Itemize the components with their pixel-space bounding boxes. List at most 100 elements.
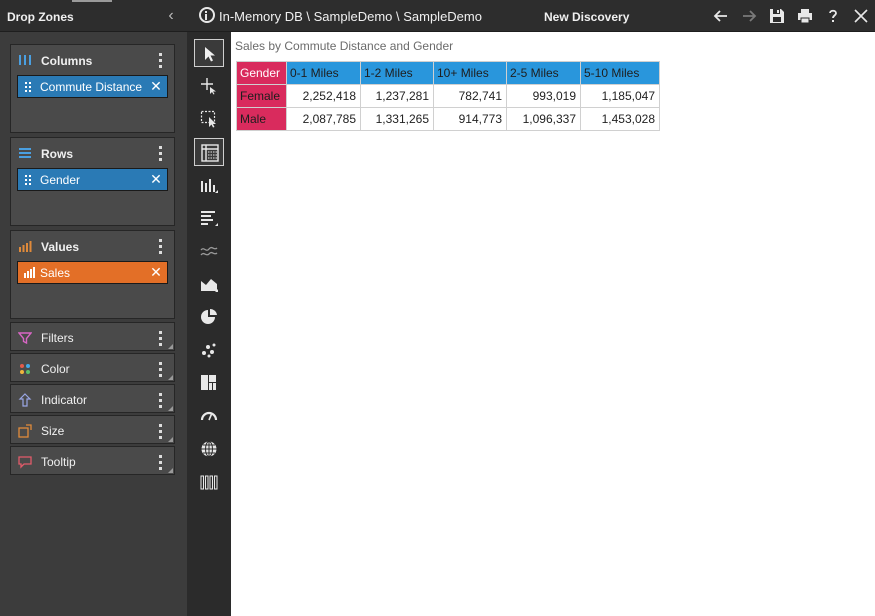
pie-chart-icon[interactable] bbox=[194, 303, 224, 331]
visual-toolbar bbox=[187, 32, 231, 616]
values-menu-icon[interactable] bbox=[156, 236, 166, 256]
tooltip-zone[interactable]: Tooltip bbox=[10, 446, 175, 475]
panel-resize-grip[interactable] bbox=[72, 0, 112, 2]
forward-arrow-icon[interactable] bbox=[739, 6, 759, 26]
expand-corner-icon[interactable] bbox=[168, 437, 173, 442]
move-tool-icon[interactable] bbox=[194, 72, 224, 100]
bar-chart-icon[interactable] bbox=[194, 204, 224, 232]
color-zone-title: Color bbox=[41, 362, 70, 376]
more-visuals-icon[interactable] bbox=[194, 468, 224, 496]
values-zone[interactable]: Values Sales ✕ bbox=[10, 230, 175, 319]
save-icon[interactable] bbox=[767, 6, 787, 26]
area-chart-icon[interactable] bbox=[194, 270, 224, 298]
help-icon[interactable] bbox=[823, 6, 843, 26]
info-icon[interactable] bbox=[199, 7, 215, 23]
column-header[interactable]: 1-2 Miles bbox=[360, 61, 434, 85]
breadcrumb: In-Memory DB \ SampleDemo \ SampleDemo bbox=[219, 9, 482, 24]
expand-corner-icon[interactable] bbox=[168, 344, 173, 349]
column-header[interactable]: 0-1 Miles bbox=[286, 61, 361, 85]
expand-corner-icon[interactable] bbox=[168, 375, 173, 380]
select-tool-icon[interactable] bbox=[194, 105, 224, 133]
expand-corner-icon[interactable] bbox=[168, 406, 173, 411]
field-chip-gender[interactable]: Gender ✕ bbox=[17, 168, 168, 191]
remove-field-icon[interactable]: ✕ bbox=[150, 79, 162, 93]
color-menu-icon[interactable] bbox=[156, 359, 166, 379]
table-row: Male 2,087,785 1,331,265 914,773 1,096,3… bbox=[236, 107, 660, 131]
size-zone-title: Size bbox=[41, 424, 65, 438]
drag-handle-icon[interactable] bbox=[25, 82, 31, 92]
size-zone[interactable]: Size bbox=[10, 415, 175, 444]
field-chip-commute-distance[interactable]: Commute Distance ✕ bbox=[17, 75, 168, 98]
pivot-table[interactable]: Gender 0-1 Miles 1-2 Miles 10+ Miles 2-5… bbox=[236, 61, 660, 131]
map-icon[interactable] bbox=[194, 435, 224, 463]
rows-icon bbox=[19, 148, 31, 158]
row-field-header[interactable]: Gender bbox=[236, 61, 287, 85]
expand-corner-icon[interactable] bbox=[168, 468, 173, 473]
bar-chart-icon bbox=[24, 267, 35, 278]
column-header[interactable]: 5-10 Miles bbox=[580, 61, 660, 85]
pointer-tool-icon[interactable] bbox=[194, 39, 224, 67]
table-cell[interactable]: 1,331,265 bbox=[360, 107, 434, 131]
remove-field-icon[interactable]: ✕ bbox=[150, 172, 162, 186]
tooltip-menu-icon[interactable] bbox=[156, 452, 166, 472]
columns-icon bbox=[19, 55, 31, 65]
filters-zone-title: Filters bbox=[41, 331, 74, 345]
values-zone-title: Values bbox=[41, 240, 80, 254]
indicator-zone-title: Indicator bbox=[41, 393, 88, 407]
table-cell[interactable]: 914,773 bbox=[433, 107, 507, 131]
arrow-up-icon bbox=[18, 393, 32, 407]
indicator-zone[interactable]: Indicator bbox=[10, 384, 175, 413]
filters-zone[interactable]: Filters bbox=[10, 322, 175, 351]
drop-zones-panel: Drop Zones ‹ Columns Commute Distance ✕ … bbox=[0, 0, 187, 616]
visual-title: Sales by Commute Distance and Gender bbox=[235, 39, 454, 53]
bar-chart-icon bbox=[19, 241, 32, 252]
columns-menu-icon[interactable] bbox=[156, 50, 166, 70]
pivot-header-row: Gender 0-1 Miles 1-2 Miles 10+ Miles 2-5… bbox=[236, 61, 660, 85]
columns-zone-title: Columns bbox=[41, 54, 93, 68]
scatter-chart-icon[interactable] bbox=[194, 336, 224, 364]
drop-zones-header: Drop Zones ‹ bbox=[0, 0, 187, 32]
table-cell[interactable]: 782,741 bbox=[433, 84, 507, 108]
row-header[interactable]: Male bbox=[236, 107, 287, 131]
chevron-left-icon[interactable]: ‹ bbox=[164, 7, 178, 25]
pivot-table-icon[interactable] bbox=[194, 138, 224, 166]
columns-zone[interactable]: Columns Commute Distance ✕ bbox=[10, 44, 175, 133]
rows-menu-icon[interactable] bbox=[156, 143, 166, 163]
line-chart-icon[interactable] bbox=[194, 237, 224, 265]
table-cell[interactable]: 1,096,337 bbox=[506, 107, 581, 131]
remove-field-icon[interactable]: ✕ bbox=[150, 265, 162, 279]
indicator-menu-icon[interactable] bbox=[156, 390, 166, 410]
size-icon bbox=[18, 424, 32, 438]
filters-menu-icon[interactable] bbox=[156, 328, 166, 348]
size-menu-icon[interactable] bbox=[156, 421, 166, 441]
treemap-icon[interactable] bbox=[194, 369, 224, 397]
gauge-icon[interactable] bbox=[194, 402, 224, 430]
table-cell[interactable]: 1,237,281 bbox=[360, 84, 434, 108]
color-zone[interactable]: Color bbox=[10, 353, 175, 382]
table-cell[interactable]: 1,185,047 bbox=[580, 84, 660, 108]
rows-zone-title: Rows bbox=[41, 147, 74, 161]
field-chip-label: Sales bbox=[40, 266, 71, 280]
drag-handle-icon[interactable] bbox=[25, 175, 31, 185]
table-cell[interactable]: 1,453,028 bbox=[580, 107, 660, 131]
column-chart-icon[interactable] bbox=[194, 171, 224, 199]
column-header[interactable]: 10+ Miles bbox=[433, 61, 507, 85]
table-cell[interactable]: 993,019 bbox=[506, 84, 581, 108]
print-icon[interactable] bbox=[795, 6, 815, 26]
field-chip-sales[interactable]: Sales ✕ bbox=[17, 261, 168, 284]
table-cell[interactable]: 2,252,418 bbox=[286, 84, 361, 108]
table-cell[interactable]: 2,087,785 bbox=[286, 107, 361, 131]
palette-icon bbox=[20, 364, 30, 374]
visual-canvas[interactable]: Sales by Commute Distance and Gender Gen… bbox=[231, 32, 875, 616]
field-chip-label: Commute Distance bbox=[40, 80, 143, 94]
back-arrow-icon[interactable] bbox=[711, 6, 731, 26]
field-chip-label: Gender bbox=[40, 173, 81, 187]
column-header[interactable]: 2-5 Miles bbox=[506, 61, 581, 85]
row-header[interactable]: Female bbox=[236, 84, 287, 108]
drop-zones-title: Drop Zones bbox=[7, 10, 74, 24]
discovery-header: In-Memory DB \ SampleDemo \ SampleDemo N… bbox=[187, 0, 875, 32]
close-icon[interactable] bbox=[851, 6, 871, 26]
table-row: Female 2,252,418 1,237,281 782,741 993,0… bbox=[236, 84, 660, 108]
discovery-title: New Discovery bbox=[544, 10, 630, 24]
rows-zone[interactable]: Rows Gender ✕ bbox=[10, 137, 175, 226]
